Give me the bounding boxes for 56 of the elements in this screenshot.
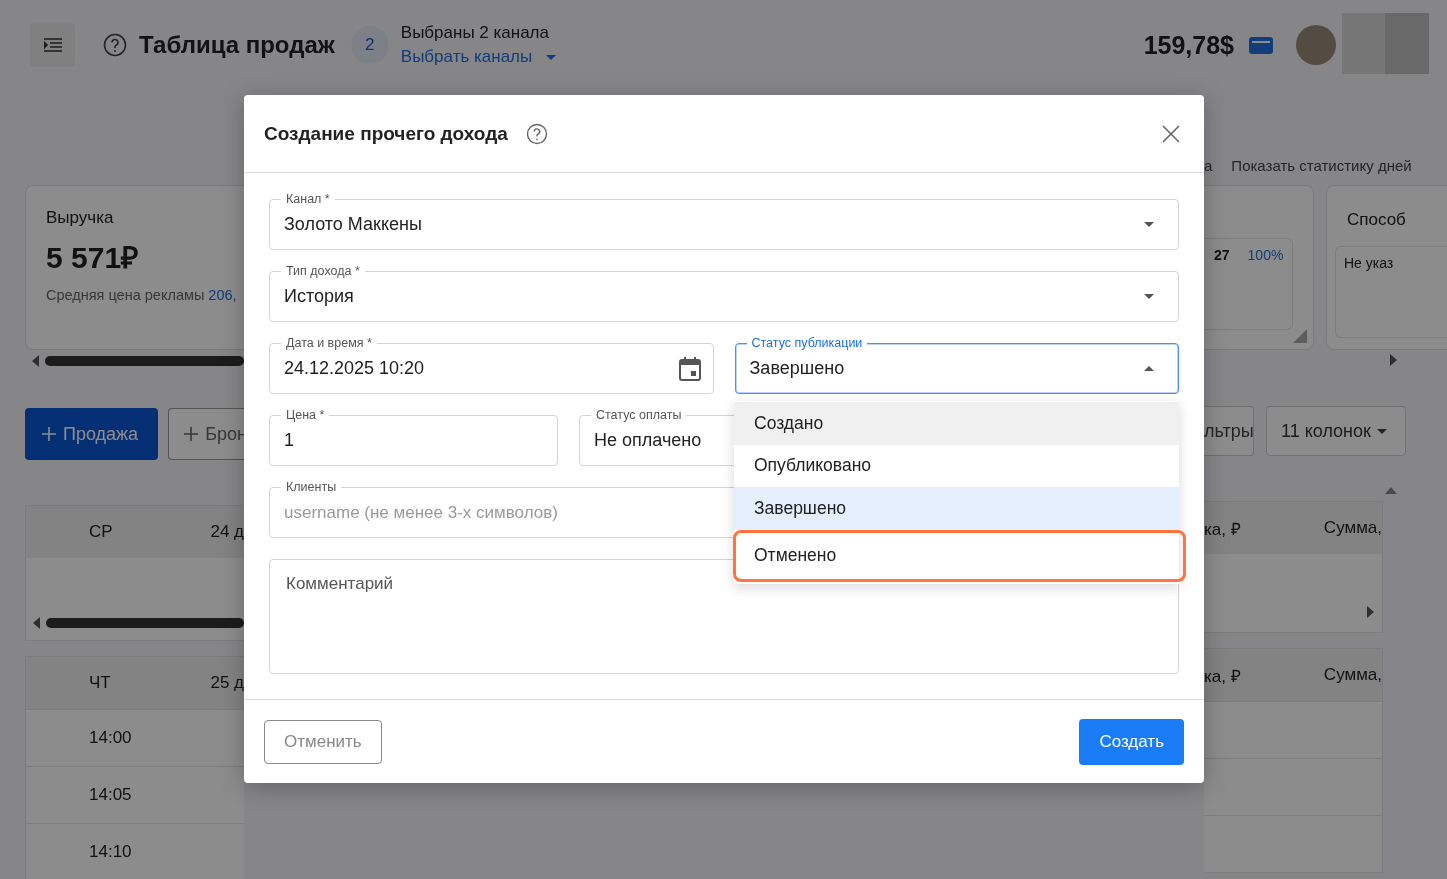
scroll-up-icon[interactable] [1385,487,1397,494]
column-header: Сумма, [1323,665,1382,685]
page-title: Таблица продаж [139,31,335,59]
sale-button[interactable]: Продажа [25,408,159,460]
scroll-right-icon[interactable] [1367,606,1374,618]
scrollbar[interactable] [46,618,244,628]
scroll-right-icon[interactable] [1390,354,1397,366]
cancel-button[interactable]: Отменить [264,719,382,764]
date-label: 24 д [210,522,244,542]
dropdown-option[interactable]: Завершено [734,487,1179,530]
filters-button[interactable]: льтры [1204,406,1254,456]
plus-icon [41,426,57,442]
stats-link[interactable]: а [1204,156,1213,174]
columns-select[interactable]: 11 колонок [1266,406,1406,456]
close-icon [1162,124,1180,143]
plus-icon [183,426,200,442]
revenue-value: 5 571₽ [46,240,140,276]
average-price-label: Средняя цена рекламы [46,287,205,303]
column-header: Сумма, [1323,518,1382,538]
column-header: ка, ₽ [1204,518,1241,540]
time-cell: 14:00 [89,728,132,748]
scroll-left-icon[interactable] [32,355,39,367]
scrollbar[interactable] [45,356,244,366]
menu-button[interactable] [30,23,75,67]
column-header: ка, ₽ [1204,665,1241,687]
show-day-stats-link[interactable]: Показать статистику дней [1231,156,1412,174]
avatar[interactable] [1296,25,1336,65]
caret-icon [1377,428,1387,434]
help-icon[interactable] [525,122,548,145]
close-button[interactable] [1162,124,1180,143]
time-cell: 14:05 [89,785,132,805]
date-label: 25 д [210,673,244,693]
caret-icon [1144,222,1154,227]
scroll-left-icon[interactable] [33,617,40,629]
calendar-icon[interactable] [678,356,701,381]
help-icon[interactable] [103,33,127,57]
count-value: 27 [1214,247,1230,265]
time-cell: 14:10 [89,842,132,862]
caret-icon [546,54,557,60]
create-button[interactable]: Создать [1079,718,1184,765]
wallet-icon[interactable] [1248,35,1274,55]
day-label: ЧТ [89,673,112,693]
count-badge: 2 [350,26,389,64]
resize-handle-icon[interactable] [1293,329,1307,343]
dropdown-option[interactable]: Отменено [733,529,1186,582]
card-title: Выручка [46,208,115,228]
percent-value: 100% [1247,247,1284,265]
day-label: СР [89,522,114,542]
card-title: Способ [1347,210,1407,230]
dialog-title: Создание прочего дохода [264,122,508,145]
caret-icon [1144,294,1154,299]
caret-icon [1144,366,1154,371]
menu-icon [43,38,62,52]
channels-label: Выбраны 2 канала [400,23,550,43]
payment-method-value: Не указ [1344,255,1394,271]
balance-amount: 159,78$ [1143,30,1234,60]
